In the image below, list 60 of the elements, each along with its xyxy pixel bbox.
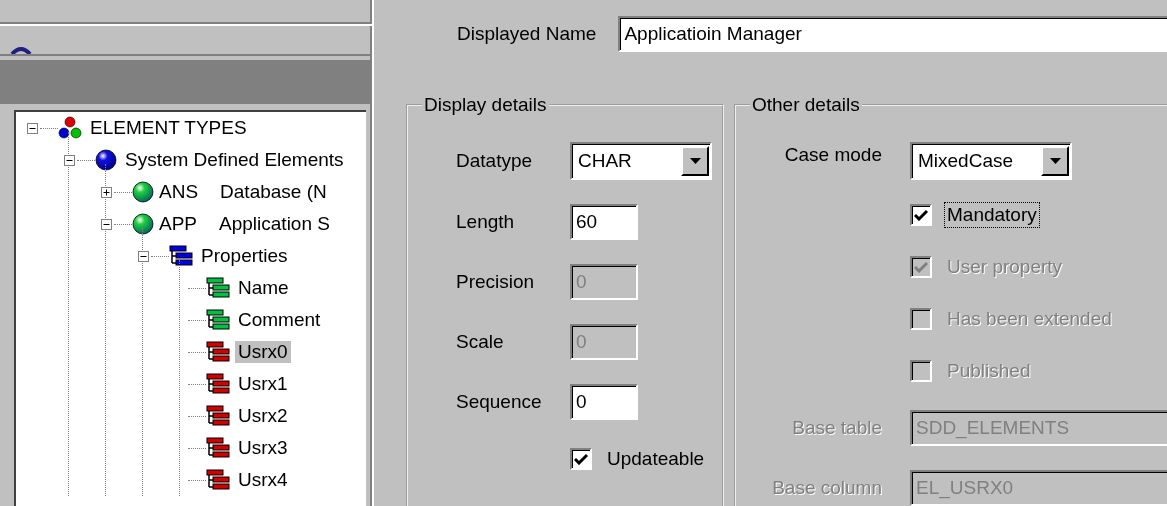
check-icon	[914, 209, 928, 221]
tree-item[interactable]: Usrx0	[235, 341, 291, 363]
tree-item-description[interactable]: Application S	[216, 213, 333, 235]
tree-item[interactable]: ELEMENT TYPES	[87, 117, 250, 139]
group-title: Other details	[751, 94, 861, 116]
tree-item[interactable]: Properties	[198, 245, 291, 267]
tree-item[interactable]: Usrx1	[235, 373, 291, 395]
list-icon	[206, 373, 230, 395]
collapse-icon[interactable]	[137, 250, 149, 262]
dropdown[interactable]: CHAR	[570, 142, 712, 180]
check-icon	[914, 261, 928, 273]
field-label: Sequence	[456, 391, 543, 413]
tree-item-description[interactable]: Database (N	[217, 181, 330, 203]
list-icon	[206, 469, 230, 491]
collapse-icon[interactable]	[63, 154, 75, 166]
group-title: Display details	[423, 94, 548, 116]
list-icon	[206, 277, 230, 299]
input-field[interactable]: 0	[570, 384, 638, 420]
tree-item[interactable]: Comment	[235, 309, 324, 331]
checkbox-label: Has been extended	[946, 307, 1113, 331]
input-field[interactable]: 60	[570, 204, 638, 240]
checkbox-label: Published	[946, 359, 1032, 383]
field-label: Length	[456, 211, 516, 233]
list-icon	[206, 309, 230, 331]
check-icon	[574, 453, 588, 465]
sphere-icon	[95, 149, 117, 171]
field-label: Precision	[456, 271, 536, 293]
toolbar-icon[interactable]	[10, 46, 32, 54]
checkbox[interactable]	[570, 448, 592, 470]
tree-item[interactable]: Name	[235, 277, 292, 299]
sphere-icon	[132, 213, 154, 235]
field-label: Base table	[791, 417, 882, 439]
sphere-icon	[132, 181, 154, 203]
tree-item-code[interactable]: ANS	[159, 181, 199, 203]
collapse-icon[interactable]	[26, 122, 38, 134]
dropdown[interactable]: MixedCase	[910, 142, 1072, 180]
field-label: Base column	[771, 477, 882, 499]
checkbox[interactable]	[910, 204, 932, 226]
field-label: Displayed Name	[457, 23, 597, 45]
list-icon	[169, 245, 193, 267]
collapse-icon[interactable]	[100, 218, 112, 230]
checkbox-label: Updateable	[606, 447, 706, 471]
name-field[interactable]: Applicatioin Manager	[618, 16, 1167, 52]
list-icon	[206, 437, 230, 459]
field-label: Scale	[456, 331, 505, 353]
field-label: Case mode	[783, 144, 882, 167]
spheres-icon	[58, 116, 82, 140]
tree-item-code[interactable]: APP	[159, 213, 198, 235]
list-icon	[206, 341, 230, 363]
dropdown-arrow-icon	[689, 158, 701, 164]
dropdown-arrow-icon	[1049, 158, 1061, 164]
tree-item[interactable]: Usrx3	[235, 437, 291, 459]
expand-icon[interactable]	[100, 186, 112, 198]
list-icon	[206, 405, 230, 427]
checkbox-label: User property	[946, 255, 1064, 279]
tree-item[interactable]: Usrx2	[235, 405, 291, 427]
tree-item[interactable]: System Defined Elements	[122, 149, 347, 171]
field-label: Datatype	[456, 150, 534, 172]
tree-item[interactable]: Usrx4	[235, 469, 291, 491]
checkbox-label: Mandatory	[944, 202, 1040, 228]
